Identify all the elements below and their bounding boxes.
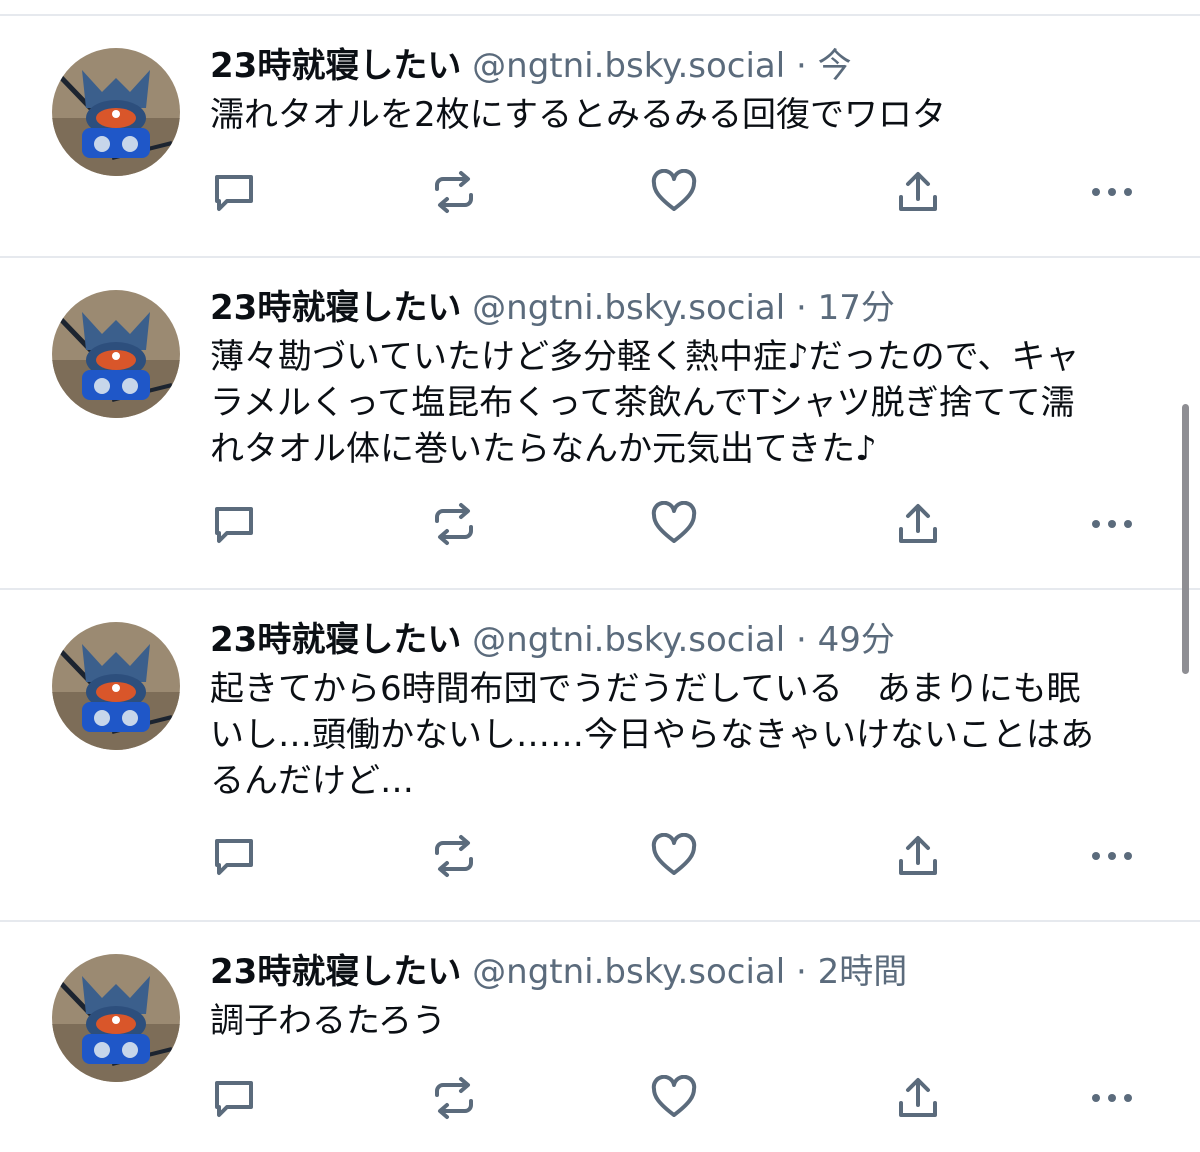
repost-icon bbox=[435, 171, 473, 213]
post-text-line: るんだけど… bbox=[210, 761, 414, 801]
reply-button[interactable] bbox=[210, 168, 258, 216]
separator-dot: · bbox=[796, 46, 807, 86]
author-handle[interactable]: @ngtni.bsky.social bbox=[472, 288, 785, 328]
post[interactable]: 23時就寝したい @ngtni.bsky.social · 17分 薄々勘づいて… bbox=[0, 258, 1200, 590]
reply-button[interactable] bbox=[210, 832, 258, 880]
like-button[interactable] bbox=[650, 1074, 698, 1122]
like-button[interactable] bbox=[650, 168, 698, 216]
repost-icon bbox=[435, 503, 473, 545]
heart-icon bbox=[651, 501, 697, 543]
heart-icon bbox=[651, 833, 697, 875]
author-handle[interactable]: @ngtni.bsky.social bbox=[472, 46, 785, 86]
more-icon bbox=[1092, 1094, 1132, 1102]
post-text-line: 濡れタオルを2枚にするとみるみる回復でワロタ bbox=[210, 95, 946, 135]
more-button[interactable] bbox=[1088, 500, 1136, 548]
share-button[interactable] bbox=[894, 1074, 942, 1122]
repost-button[interactable] bbox=[430, 1074, 478, 1122]
share-button[interactable] bbox=[894, 500, 942, 548]
share-icon bbox=[899, 172, 937, 211]
share-icon bbox=[899, 836, 937, 875]
like-button[interactable] bbox=[650, 832, 698, 880]
post-time[interactable]: 49分 bbox=[818, 620, 895, 660]
avatar[interactable] bbox=[52, 290, 180, 418]
post-text-line: いし…頭働かないし……今日やらなきゃいけないことはあ bbox=[210, 715, 1094, 755]
reply-icon bbox=[215, 1081, 253, 1117]
separator-dot: · bbox=[796, 620, 807, 660]
avatar[interactable] bbox=[52, 954, 180, 1082]
repost-icon bbox=[435, 1077, 473, 1119]
post-actions bbox=[210, 832, 1150, 882]
author-handle[interactable]: @ngtni.bsky.social bbox=[472, 952, 785, 992]
post-actions bbox=[210, 168, 1150, 218]
like-button[interactable] bbox=[650, 500, 698, 548]
more-icon bbox=[1092, 852, 1132, 860]
reply-icon bbox=[215, 507, 253, 543]
reply-icon bbox=[215, 175, 253, 211]
more-icon bbox=[1092, 188, 1132, 196]
post-time[interactable]: 今 bbox=[818, 46, 852, 86]
author-handle[interactable]: @ngtni.bsky.social bbox=[472, 620, 785, 660]
post-text-line: 薄々勘づいていたけど多分軽く熱中症♪だったので、キャ bbox=[210, 337, 1080, 377]
repost-button[interactable] bbox=[430, 168, 478, 216]
post[interactable]: 23時就寝したい @ngtni.bsky.social · 今 濡れタオルを2枚… bbox=[0, 16, 1200, 258]
post-text: 薄々勘づいていたけど多分軽く熱中症♪だったので、キャ ラメルくって塩昆布くって茶… bbox=[210, 334, 1140, 472]
share-icon bbox=[899, 1078, 937, 1117]
separator-dot: · bbox=[796, 952, 807, 992]
share-button[interactable] bbox=[894, 832, 942, 880]
author-name[interactable]: 23時就寝したい bbox=[210, 620, 461, 660]
repost-button[interactable] bbox=[430, 832, 478, 880]
share-icon bbox=[899, 504, 937, 543]
feed: 23時就寝したい @ngtni.bsky.social · 今 濡れタオルを2枚… bbox=[0, 16, 1200, 1152]
avatar[interactable] bbox=[52, 48, 180, 176]
post-actions bbox=[210, 1074, 1150, 1124]
scrollbar[interactable] bbox=[1182, 404, 1189, 674]
avatar[interactable] bbox=[52, 622, 180, 750]
reply-button[interactable] bbox=[210, 500, 258, 548]
post-text: 調子わるたろう bbox=[210, 998, 1140, 1044]
post-actions bbox=[210, 500, 1150, 550]
heart-icon bbox=[651, 169, 697, 211]
post-time[interactable]: 17分 bbox=[818, 288, 895, 328]
post-header: 23時就寝したい @ngtni.bsky.social · 今 bbox=[210, 44, 1170, 88]
repost-icon bbox=[435, 835, 473, 877]
author-name[interactable]: 23時就寝したい bbox=[210, 46, 461, 86]
heart-icon bbox=[651, 1075, 697, 1117]
post[interactable]: 23時就寝したい @ngtni.bsky.social · 49分 起きてから6… bbox=[0, 590, 1200, 922]
more-icon bbox=[1092, 520, 1132, 528]
share-button[interactable] bbox=[894, 168, 942, 216]
post[interactable]: 23時就寝したい @ngtni.bsky.social · 2時間 調子わるたろ… bbox=[0, 922, 1200, 1152]
more-button[interactable] bbox=[1088, 168, 1136, 216]
repost-button[interactable] bbox=[430, 500, 478, 548]
more-button[interactable] bbox=[1088, 832, 1136, 880]
post-text: 起きてから6時間布団でうだうだしている あまりにも眠 いし…頭働かないし……今日… bbox=[210, 666, 1140, 804]
more-button[interactable] bbox=[1088, 1074, 1136, 1122]
post-time[interactable]: 2時間 bbox=[818, 952, 908, 992]
post-text: 濡れタオルを2枚にするとみるみる回復でワロタ bbox=[210, 92, 1140, 138]
post-text-line: ラメルくって塩昆布くって茶飲んでTシャツ脱ぎ捨てて濡 bbox=[210, 383, 1075, 423]
separator-dot: · bbox=[796, 288, 807, 328]
post-header: 23時就寝したい @ngtni.bsky.social · 17分 bbox=[210, 286, 1170, 330]
reply-button[interactable] bbox=[210, 1074, 258, 1122]
reply-icon bbox=[215, 839, 253, 875]
author-name[interactable]: 23時就寝したい bbox=[210, 952, 461, 992]
author-name[interactable]: 23時就寝したい bbox=[210, 288, 461, 328]
post-text-line: 調子わるたろう bbox=[210, 1001, 446, 1041]
post-header: 23時就寝したい @ngtni.bsky.social · 2時間 bbox=[210, 950, 1170, 994]
post-header: 23時就寝したい @ngtni.bsky.social · 49分 bbox=[210, 618, 1170, 662]
post-text-line: れタオル体に巻いたらなんか元気出てきた♪ bbox=[210, 429, 877, 469]
post-text-line: 起きてから6時間布団でうだうだしている あまりにも眠 bbox=[210, 669, 1081, 709]
